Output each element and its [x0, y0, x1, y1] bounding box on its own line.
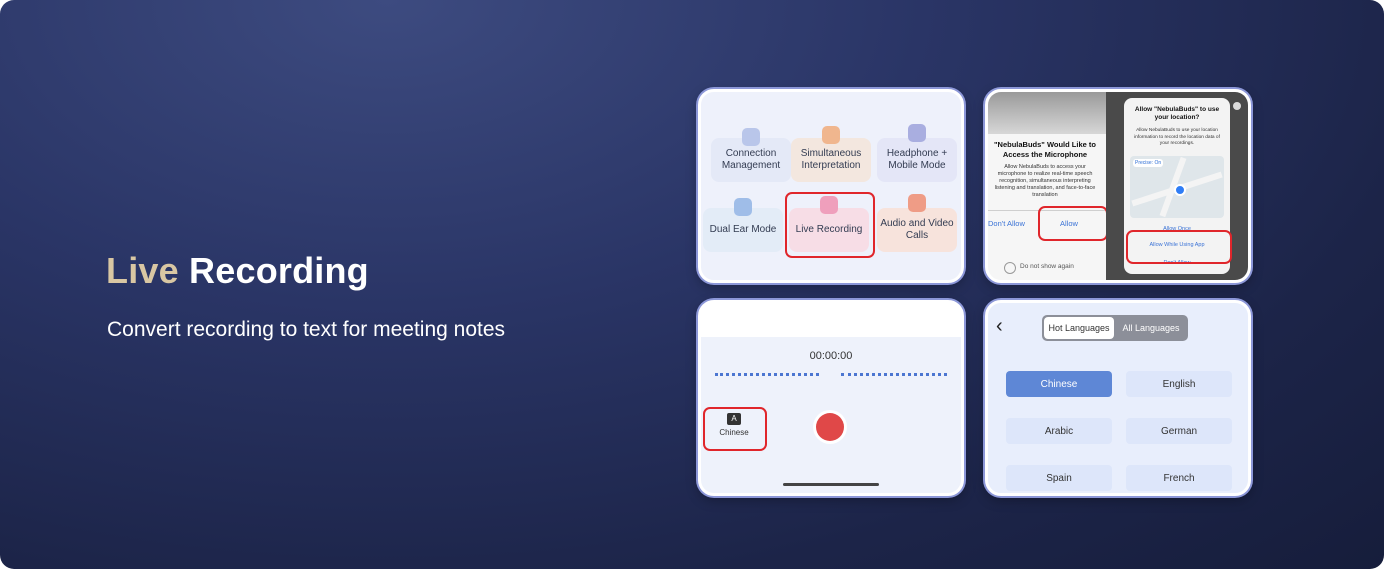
language-option-german[interactable]: German — [1126, 418, 1232, 444]
highlight-allow-while-using — [1126, 230, 1232, 264]
language-option-arabic[interactable]: Arabic — [1006, 418, 1112, 444]
record-button[interactable] — [816, 413, 844, 441]
translate-icon — [822, 126, 840, 144]
mic-dialog-title: "NebulaBuds" Would Like to Access the Mi… — [994, 140, 1096, 159]
banner: Live Recording Convert recording to text… — [0, 0, 1384, 569]
mic-dialog-body: Allow NebulaBuds to access your micropho… — [994, 164, 1096, 198]
do-not-show-label: Do not show again — [1020, 263, 1074, 270]
recorder-header — [701, 303, 961, 337]
close-icon[interactable] — [1233, 102, 1241, 110]
location-permission-background: Allow "NebulaBuds" to use your location?… — [1106, 92, 1248, 280]
permission-dialogs-screenshot: "NebulaBuds" Would Like to Access the Mi… — [985, 89, 1251, 283]
feature-grid-screenshot: Connection Management Simultaneous Inter… — [698, 89, 964, 283]
location-dialog-body: Allow NebulaBuds to use your location in… — [1134, 128, 1220, 146]
location-map: Precise: On — [1130, 156, 1224, 218]
back-icon[interactable]: ‹ — [996, 315, 1003, 338]
home-indicator — [783, 483, 879, 486]
page-subtitle: Convert recording to text for meeting no… — [107, 318, 506, 341]
precise-toggle[interactable]: Precise: On — [1133, 159, 1164, 167]
language-option-french[interactable]: French — [1126, 465, 1232, 491]
feature-dual-ear-mode[interactable]: Dual Ear Mode — [703, 198, 783, 252]
feature-audio-video-calls[interactable]: Audio and Video Calls — [877, 194, 957, 252]
microphone-permission-dialog: "NebulaBuds" Would Like to Access the Mi… — [988, 92, 1108, 280]
feature-headphone-mobile-mode[interactable]: Headphone + Mobile Mode — [877, 124, 957, 182]
feature-label: Simultaneous Interpretation — [800, 148, 862, 171]
feature-label: Audio and Video Calls — [880, 218, 954, 241]
language-tabs: Hot Languages All Languages — [1042, 315, 1188, 341]
waveform-right — [841, 373, 947, 380]
checkbox-do-not-show[interactable] — [1004, 262, 1016, 274]
dont-allow-button[interactable]: Don't Allow — [988, 219, 1025, 228]
illustration-image — [988, 92, 1106, 134]
recorder-screenshot: 00:00:00 A Chinese — [698, 300, 964, 496]
waveform-left — [715, 373, 819, 380]
feature-label: Connection Management — [721, 148, 781, 171]
feature-label: Headphone + Mobile Mode — [886, 148, 948, 171]
feature-connection-management[interactable]: Connection Management — [711, 128, 791, 182]
highlight-live-recording — [785, 192, 875, 258]
language-option-chinese[interactable]: Chinese — [1006, 371, 1112, 397]
feature-label: Dual Ear Mode — [709, 224, 777, 235]
title-word-live: Live — [106, 250, 179, 291]
recording-timer: 00:00:00 — [809, 350, 853, 362]
location-dialog-title: Allow "NebulaBuds" to use your location? — [1134, 106, 1220, 121]
feature-simultaneous-interpretation[interactable]: Simultaneous Interpretation — [791, 126, 871, 182]
phone-icon — [908, 124, 926, 142]
highlight-allow — [1038, 206, 1108, 241]
language-option-english[interactable]: English — [1126, 371, 1232, 397]
title-word-recording: Recording — [189, 250, 369, 291]
tab-hot-languages[interactable]: Hot Languages — [1044, 317, 1114, 339]
language-option-spain[interactable]: Spain — [1006, 465, 1112, 491]
tab-all-languages[interactable]: All Languages — [1116, 317, 1186, 339]
highlight-language — [703, 407, 767, 451]
earbuds-icon — [734, 198, 752, 216]
bluetooth-icon — [742, 128, 760, 146]
video-call-icon — [908, 194, 926, 212]
language-picker-screenshot: ‹ Hot Languages All Languages Chinese En… — [985, 300, 1251, 496]
page-title: Live Recording — [106, 250, 369, 292]
location-pin-icon — [1174, 184, 1186, 196]
